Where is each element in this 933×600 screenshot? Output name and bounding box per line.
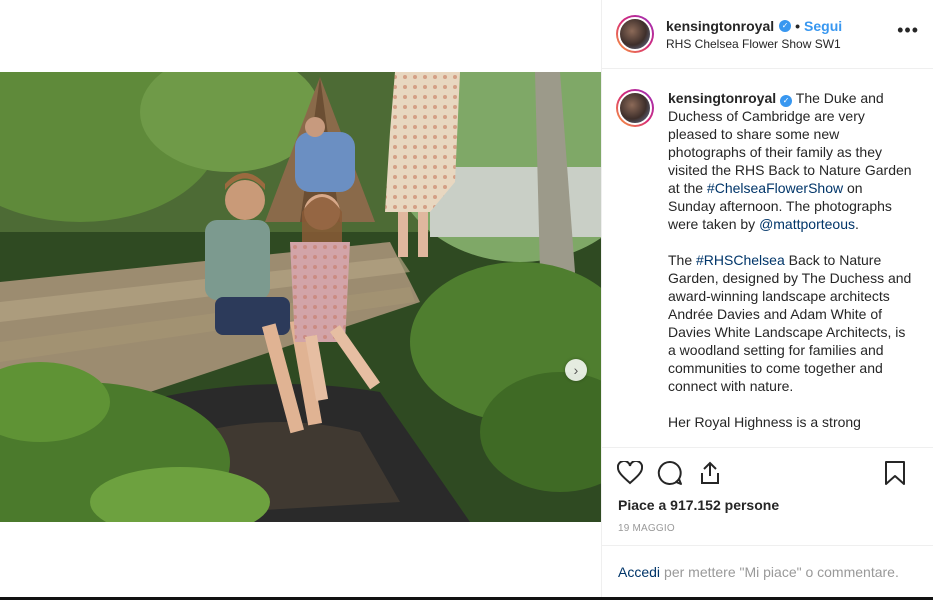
post-date[interactable]: 19 MAGGIO (602, 523, 933, 534)
post-photo[interactable]: › (0, 72, 601, 522)
login-prompt: Accedi per mettere "Mi piace" o commenta… (602, 545, 933, 597)
carousel-next-button[interactable]: › (565, 359, 587, 381)
instagram-post-page: › kensingtonroyal ✓ • Segui RHS Chelsea … (0, 0, 933, 600)
login-link[interactable]: Accedi (618, 564, 660, 580)
verified-badge-icon: ✓ (780, 95, 793, 107)
post-sidebar: kensingtonroyal ✓ • Segui RHS Chelsea Fl… (601, 0, 933, 597)
header-username[interactable]: kensingtonroyal (666, 18, 774, 34)
comment-icon[interactable] (656, 459, 684, 487)
header-separator: • (795, 17, 801, 34)
follow-button[interactable]: Segui (804, 18, 842, 34)
post-header: kensingtonroyal ✓ • Segui RHS Chelsea Fl… (602, 0, 933, 69)
heart-icon[interactable] (616, 459, 644, 487)
caption-avatar[interactable] (616, 89, 654, 127)
chevron-right-icon: › (573, 362, 579, 378)
caption-text: kensingtonroyal ✓ The Duke and Duchess of… (668, 90, 912, 430)
caption-area[interactable]: kensingtonroyal ✓ The Duke and Duchess of… (602, 69, 933, 447)
caption-username[interactable]: kensingtonroyal (668, 90, 776, 106)
action-bar (602, 447, 933, 497)
share-icon[interactable] (696, 459, 724, 487)
avatar[interactable] (616, 15, 654, 53)
hashtag-chelseaflowershow[interactable]: #ChelseaFlowerShow (707, 180, 843, 196)
location-link[interactable]: RHS Chelsea Flower Show SW1 (666, 37, 842, 51)
login-prompt-text: per mettere "Mi piace" o commentare. (664, 563, 899, 580)
mention-mattporteous[interactable]: @mattporteous (759, 216, 855, 232)
bookmark-icon[interactable] (881, 459, 909, 487)
photo-illustration (0, 72, 601, 522)
hashtag-rhschelsea[interactable]: #RHSChelsea (696, 252, 785, 268)
likes-count[interactable]: Piace a 917.152 persone (602, 497, 933, 513)
verified-badge-icon: ✓ (779, 19, 792, 32)
more-options-icon[interactable]: ••• (897, 20, 919, 41)
